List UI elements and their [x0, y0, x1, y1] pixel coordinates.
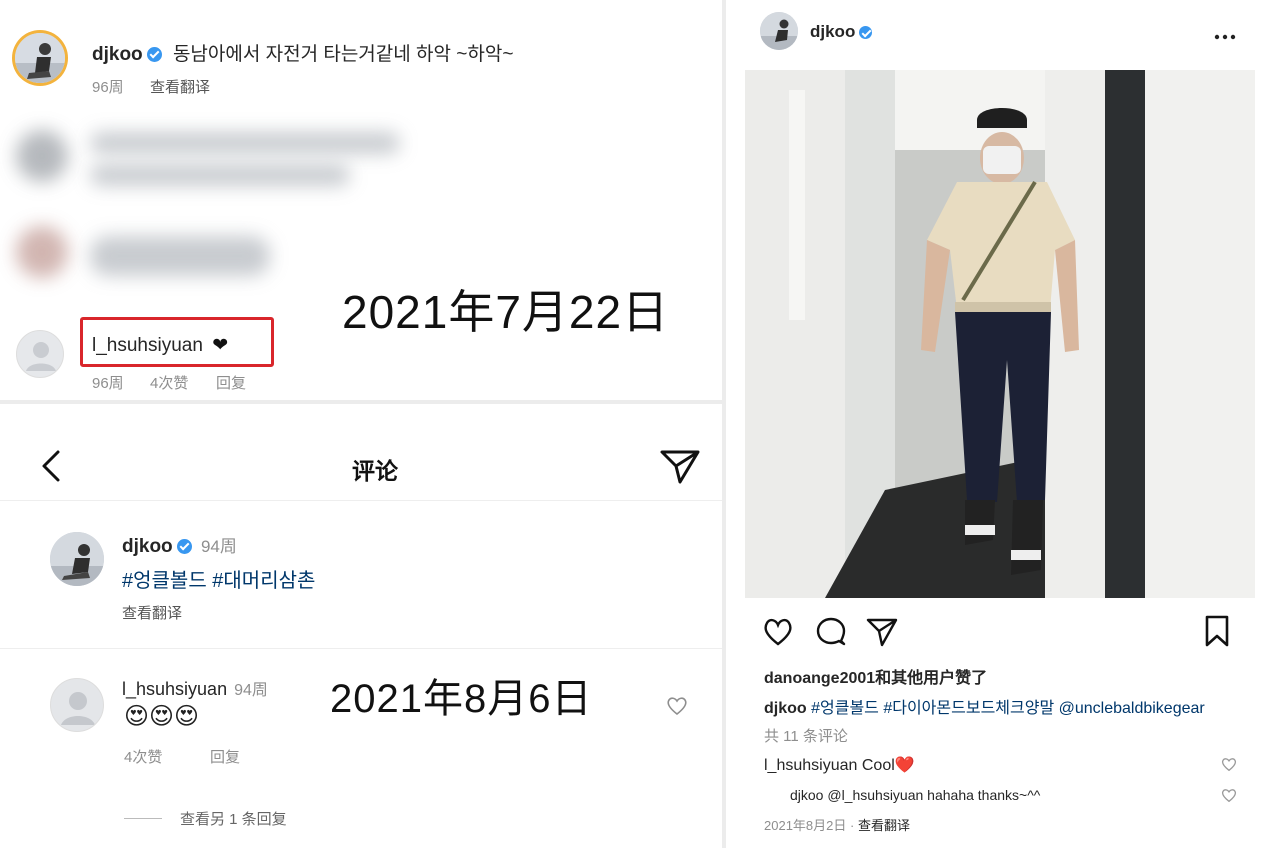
- divider: [0, 500, 722, 501]
- view-more-replies[interactable]: 查看另 1 条回复: [180, 808, 287, 829]
- heart-emoji: ❤️: [894, 757, 915, 774]
- caption-text[interactable]: #엉클볼드 #다이아몬드보드체크양말 @unclebaldbikegear: [811, 700, 1205, 717]
- comment-icon[interactable]: [815, 617, 847, 652]
- verified-badge-icon: [859, 26, 873, 39]
- date-label: 2021年8月6日: [330, 677, 593, 721]
- divider: [0, 648, 722, 649]
- heart-icon[interactable]: [666, 696, 688, 721]
- verified-badge-icon: [146, 47, 162, 62]
- post-hashtags[interactable]: #엉클볼드 #대머리삼촌: [122, 564, 315, 593]
- avatar[interactable]: [12, 30, 68, 86]
- heart-emoji: ❤: [212, 335, 229, 356]
- post-header: djkoo 94周: [122, 532, 237, 558]
- bookmark-icon[interactable]: [1204, 615, 1230, 652]
- screen-title: 评论: [352, 458, 398, 484]
- reply-age: 96周: [92, 375, 124, 392]
- avatar[interactable]: [760, 12, 798, 50]
- reply-button[interactable]: 回复: [216, 372, 246, 393]
- username[interactable]: djkoo: [92, 44, 143, 65]
- chevron-left-icon[interactable]: [36, 446, 66, 491]
- comment-header: l_hsuhsiyuan 94周: [122, 676, 268, 700]
- comment-row: l_hsuhsiyuan Cool❤️: [764, 755, 915, 775]
- divider: [124, 818, 162, 819]
- avatar[interactable]: [16, 330, 64, 378]
- post-header: djkoo: [810, 22, 873, 42]
- comment-text: Cool: [861, 757, 895, 774]
- view-all-comments[interactable]: 共 11 条评论: [764, 725, 848, 746]
- comment-age: 96周: [92, 79, 124, 96]
- heart-icon[interactable]: [1221, 788, 1237, 808]
- liked-by[interactable]: danoange2001和其他用户赞了: [764, 664, 987, 688]
- comment-emojis: 😍😍😍: [124, 703, 200, 730]
- date-label: 2021年7月22日: [342, 286, 670, 338]
- post-date: 2021年8月2日 · 查看翻译: [764, 818, 910, 833]
- translate-link[interactable]: 查看翻译: [858, 818, 910, 833]
- username[interactable]: djkoo: [810, 22, 855, 41]
- avatar[interactable]: [50, 678, 104, 732]
- heart-icon[interactable]: [1221, 757, 1237, 777]
- comment-header: djkoo 동남아에서 자전거 타는거같네 하악 ~하악~: [92, 39, 513, 66]
- reply-likes[interactable]: 4次赞: [150, 372, 188, 393]
- comment-age: 94周: [234, 682, 268, 699]
- comment-text: @l_hsuhsiyuan hahaha thanks~^^: [827, 787, 1041, 803]
- paper-plane-icon[interactable]: [866, 617, 898, 652]
- heart-icon[interactable]: [762, 617, 794, 652]
- username[interactable]: djkoo: [764, 700, 807, 717]
- date: 2021年8月2日: [764, 818, 847, 833]
- username[interactable]: l_hsuhsiyuan: [122, 679, 227, 699]
- translate-link[interactable]: 查看翻译: [150, 76, 210, 97]
- verified-badge-icon: [176, 539, 192, 554]
- blurred-avatar: [16, 226, 68, 278]
- blurred-comment: [90, 164, 350, 186]
- reply-header: l_hsuhsiyuan ❤: [92, 334, 228, 357]
- username[interactable]: djkoo: [122, 536, 173, 557]
- post-photo[interactable]: [745, 70, 1255, 598]
- blurred-comment: [90, 236, 270, 276]
- username[interactable]: djkoo: [790, 787, 823, 803]
- blurred-avatar: [16, 130, 68, 182]
- username[interactable]: l_hsuhsiyuan: [764, 757, 857, 774]
- post-age: 94周: [200, 537, 237, 556]
- comments-screen: 评论 djkoo 94周 #엉클볼드 #대머리삼촌 查看翻译 l_hsuhsiy…: [0, 404, 722, 848]
- avatar[interactable]: [50, 532, 104, 586]
- more-horizontal-icon[interactable]: [1214, 28, 1236, 46]
- paper-plane-icon[interactable]: [658, 446, 702, 491]
- post-caption: djkoo #엉클볼드 #다이아몬드보드체크양말 @unclebaldbikeg…: [764, 694, 1205, 718]
- blurred-comment: [90, 132, 400, 154]
- translate-link[interactable]: 查看翻译: [122, 602, 182, 623]
- comment-likes[interactable]: 4次赞: [124, 746, 162, 767]
- reply-row: djkoo @l_hsuhsiyuan hahaha thanks~^^: [790, 787, 1040, 803]
- username[interactable]: l_hsuhsiyuan: [92, 335, 203, 356]
- comment-text: 동남아에서 자전거 타는거같네 하악 ~하악~: [172, 44, 514, 65]
- reply-button[interactable]: 回复: [210, 746, 240, 767]
- comment-thread-panel: djkoo 동남아에서 자전거 타는거같네 하악 ~하악~ 96周 查看翻译 2…: [0, 0, 722, 400]
